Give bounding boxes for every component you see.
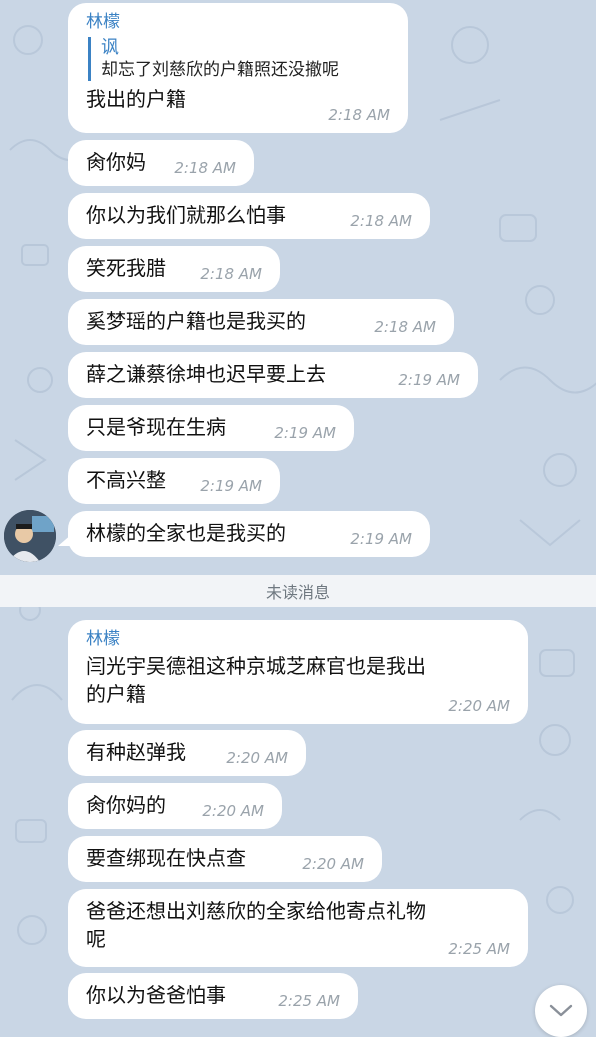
message-bubble[interactable]: 肏你妈的 2:20 AM [68, 783, 282, 829]
message-time: 2:18 AM [328, 106, 390, 124]
scroll-down-button[interactable] [535, 985, 587, 1037]
message-bubble[interactable]: 你以为我们就那么怕事 2:18 AM [68, 193, 430, 239]
sender-name[interactable]: 林檬 [86, 628, 510, 650]
message-bubble[interactable]: 你以为爸爸怕事 2:25 AM [68, 973, 358, 1019]
reply-sender-name: 讽 [101, 37, 119, 58]
message-bubble[interactable]: 笑死我腊 2:18 AM [68, 246, 280, 292]
message-bubble[interactable]: 肏你妈 2:18 AM [68, 140, 254, 186]
message-time: 2:18 AM [200, 265, 262, 283]
message-time: 2:19 AM [274, 424, 336, 442]
message-time: 2:19 AM [350, 530, 412, 548]
message-time: 2:19 AM [200, 477, 262, 495]
avatar-photo-icon [4, 510, 56, 562]
message-time: 2:20 AM [226, 749, 288, 767]
message-bubble[interactable]: 薛之谦蔡徐坤也迟早要上去 2:19 AM [68, 352, 478, 398]
message-time: 2:20 AM [202, 802, 264, 820]
chat-view: 林檬 讽 却忘了刘慈欣的户籍照还没撤呢 我出的户籍 2:18 AM 肏你妈 2:… [0, 0, 596, 1037]
message-bubble[interactable]: 只是爷现在生病 2:19 AM [68, 405, 354, 451]
reply-quote[interactable]: 讽 却忘了刘慈欣的户籍照还没撤呢 [88, 37, 390, 81]
message-bubble[interactable]: 要查绑现在快点查 2:20 AM [68, 836, 382, 882]
message-bubble[interactable]: 林檬 闫光宇吴德祖这种京城芝麻官也是我出 的户籍 2:20 AM [68, 620, 528, 724]
message-bubble[interactable]: 林檬 讽 却忘了刘慈欣的户籍照还没撤呢 我出的户籍 2:18 AM [68, 3, 408, 133]
message-time: 2:18 AM [174, 159, 236, 177]
message-time: 2:25 AM [278, 992, 340, 1010]
message-bubble[interactable]: 林檬的全家也是我买的 2:19 AM [68, 511, 430, 557]
message-bubble[interactable]: 有种赵弹我 2:20 AM [68, 730, 306, 776]
message-time: 2:25 AM [448, 940, 510, 958]
unread-label: 未读消息 [265, 583, 330, 602]
message-bubble[interactable]: 奚梦瑶的户籍也是我买的 2:18 AM [68, 299, 454, 345]
message-bubble[interactable]: 不高兴整 2:19 AM [68, 458, 280, 504]
unread-messages-divider: 未读消息 [0, 575, 596, 607]
message-text: 闫光宇吴德祖这种京城芝麻官也是我出 的户籍 [86, 654, 426, 706]
message-time: 2:20 AM [448, 697, 510, 715]
message-text: 爸爸还想出刘慈欣的全家给他寄点礼物 呢 [86, 899, 426, 951]
message-time: 2:19 AM [398, 371, 460, 389]
message-time: 2:20 AM [302, 855, 364, 873]
chevron-down-icon [549, 1004, 573, 1017]
message-time: 2:18 AM [374, 318, 436, 336]
message-time: 2:18 AM [350, 212, 412, 230]
user-avatar[interactable] [4, 510, 56, 562]
reply-text: 却忘了刘慈欣的户籍照还没撤呢 [101, 60, 339, 80]
message-bubble[interactable]: 爸爸还想出刘慈欣的全家给他寄点礼物 呢 2:25 AM [68, 889, 528, 967]
sender-name[interactable]: 林檬 [86, 11, 390, 33]
